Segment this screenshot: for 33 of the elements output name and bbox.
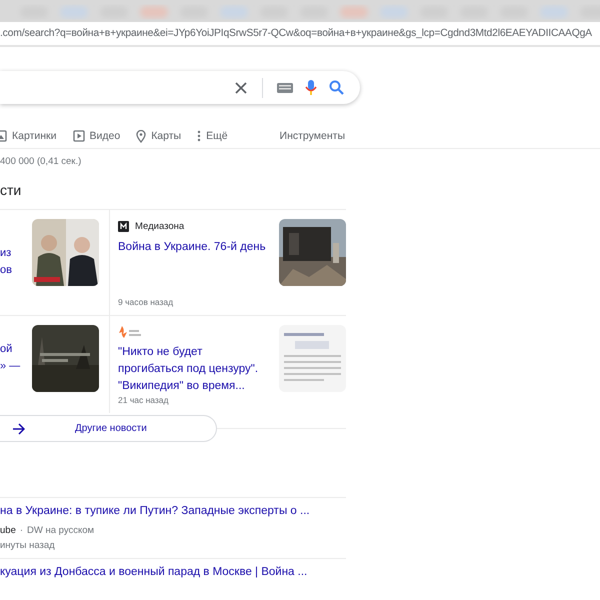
microphone-icon[interactable] [305, 80, 317, 96]
result-channel: DW на русском [27, 525, 94, 536]
news-headline[interactable]: Война в Украине. 76-й день [118, 239, 268, 297]
search-tab[interactable]: Картинки [0, 130, 56, 142]
search-icon[interactable] [329, 80, 344, 95]
news-headline[interactable]: ой » — [0, 325, 20, 413]
search-tab[interactable]: Видео [72, 130, 120, 142]
news-headline[interactable]: "Никто не будет прогибаться под цензуру". "Википедия" во время... [118, 344, 268, 395]
result-title[interactable]: куация из Донбасса и военный парад в Москве | Война ... [0, 566, 346, 578]
news-headline[interactable]: из ов [0, 219, 12, 315]
keyboard-icon[interactable] [277, 82, 293, 92]
separator-dot: · [20, 525, 24, 536]
tools-link[interactable]: Инструменты [280, 130, 345, 142]
image-icon [0, 130, 7, 142]
play-icon [72, 130, 84, 142]
news-time: 9 часов назад [118, 297, 174, 307]
source-logo-icon [118, 220, 129, 232]
news-source: Медиазона [135, 220, 184, 232]
address-bar-url[interactable]: .com/search?q=война+в+украине&ei=JYp6YoiJPIqSrwS5r7-QCw&oq=война+в+украине&gs_lcp=Cgdnd3Mtd2l6EAEYADIICAAQgA [0, 28, 592, 39]
result-title[interactable]: на в Украине: в тупике ли Путин? Западные эксперты о ... [0, 505, 346, 517]
close-icon[interactable] [234, 80, 248, 94]
more-news-button[interactable]: Другие новости [0, 415, 217, 442]
result-stats: 400 000 (0,41 сек.) [0, 156, 82, 167]
result-time: инуты назад [0, 540, 56, 551]
search-tab[interactable]: Карты [136, 130, 182, 142]
source-logo-icon [118, 326, 142, 338]
result-site: ube [0, 525, 16, 536]
section-heading: сти [0, 182, 22, 198]
arrow-icon [12, 422, 25, 434]
map-pin-icon [136, 130, 146, 142]
more-icon [197, 130, 202, 142]
search-tab[interactable]: Ещё [197, 130, 228, 142]
news-time: 21 час назад [118, 395, 170, 405]
